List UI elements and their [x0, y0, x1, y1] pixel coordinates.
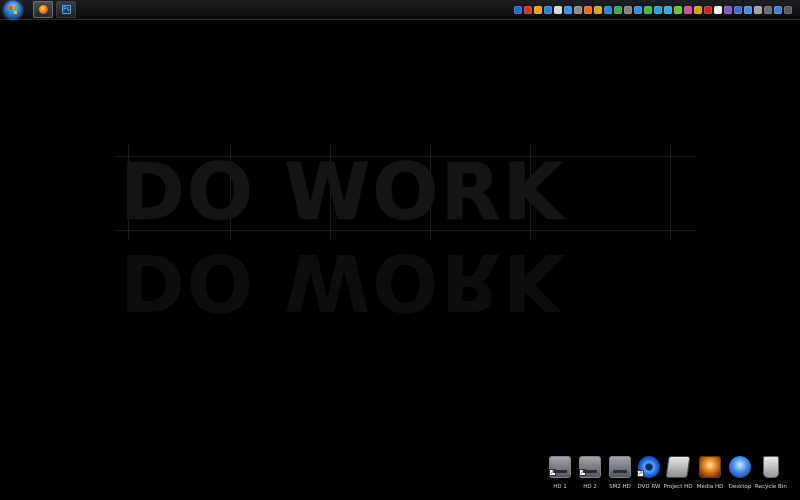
app-icon[interactable] [604, 6, 612, 14]
desktop: Ps DO WORK DO WORK ↗ HD 1 ↗ HD 2 SM2 HD … [0, 0, 800, 500]
app-icon[interactable] [514, 6, 522, 14]
app-icon[interactable] [674, 6, 682, 14]
app-icon[interactable] [684, 6, 692, 14]
app-icon[interactable] [664, 6, 672, 14]
project-drive-icon [665, 456, 691, 478]
app-icon[interactable] [594, 6, 602, 14]
hard-drive-icon: ↗ [579, 456, 601, 478]
hard-drive-icon: ↗ [549, 456, 571, 478]
firefox-icon [39, 5, 48, 14]
recycle-bin-icon [763, 456, 779, 478]
app-icon[interactable] [584, 6, 592, 14]
dock-item-label: Recycle Bin [755, 484, 787, 490]
media-drive-icon [699, 456, 721, 478]
app-icon[interactable] [694, 6, 702, 14]
app-icon[interactable] [524, 6, 532, 14]
quick-launch-tray [514, 3, 792, 17]
app-icon[interactable] [614, 6, 622, 14]
app-icon[interactable] [634, 6, 642, 14]
photoshop-icon: Ps [62, 5, 71, 14]
app-icon[interactable] [544, 6, 552, 14]
app-icon[interactable] [624, 6, 632, 14]
app-icon[interactable] [744, 6, 752, 14]
app-icon[interactable] [714, 6, 722, 14]
app-icon[interactable] [774, 6, 782, 14]
windows-flag-icon [9, 6, 17, 14]
shortcut-arrow-icon: ↗ [579, 469, 586, 476]
shortcut-arrow-icon: ↗ [549, 469, 556, 476]
hard-drive-icon [609, 456, 631, 478]
app-icon[interactable] [564, 6, 572, 14]
app-icon[interactable] [724, 6, 732, 14]
app-icon[interactable] [754, 6, 762, 14]
shortcut-arrow-icon: ↗ [637, 470, 644, 477]
wallpaper: DO WORK DO WORK [0, 20, 800, 500]
app-icon[interactable] [784, 6, 792, 14]
app-icon[interactable] [534, 6, 542, 14]
desktop-dock: ↗ HD 1 ↗ HD 2 SM2 HD ↗ DVD RW Project HD… [543, 456, 788, 496]
app-icon[interactable] [704, 6, 712, 14]
wallpaper-headline-reflection: DO WORK [120, 236, 566, 326]
app-icon[interactable] [644, 6, 652, 14]
app-icon[interactable] [554, 6, 562, 14]
app-icon[interactable] [734, 6, 742, 14]
wallpaper-headline: DO WORK [120, 148, 566, 238]
taskbar-button-firefox[interactable] [33, 1, 53, 18]
dvd-drive-icon: ↗ [637, 456, 660, 478]
desktop-globe-icon [729, 456, 751, 478]
app-icon[interactable] [574, 6, 582, 14]
taskbar-button-photoshop[interactable]: Ps [56, 1, 76, 18]
app-icon[interactable] [764, 6, 772, 14]
taskbar: Ps [0, 0, 800, 20]
dock-item-recycle-bin[interactable]: Recycle Bin [754, 456, 788, 496]
app-icon[interactable] [654, 6, 662, 14]
windows-orb-icon[interactable] [4, 1, 22, 19]
